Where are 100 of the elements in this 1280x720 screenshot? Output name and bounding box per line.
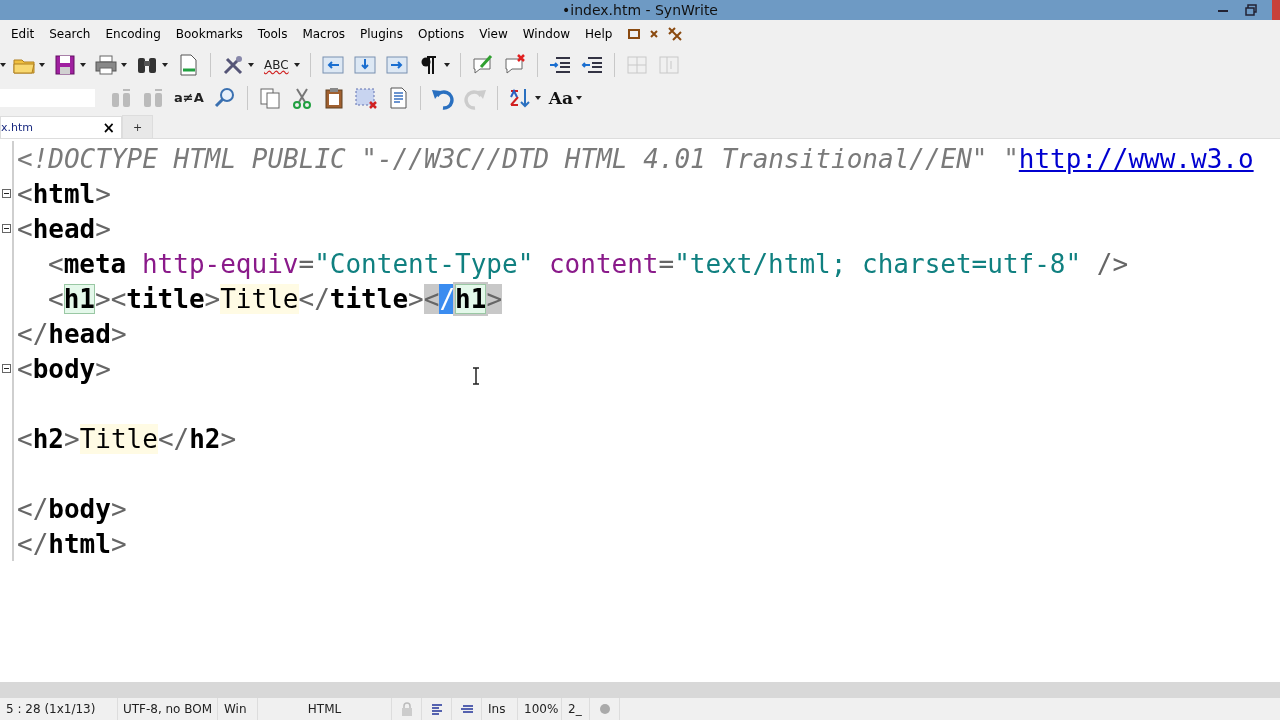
zoom-label[interactable]: 100% xyxy=(518,698,562,720)
line-ending-label[interactable]: Win xyxy=(218,698,258,720)
tag-name: h2 xyxy=(189,423,221,454)
bracket-text: < xyxy=(423,283,440,314)
caret-icon[interactable] xyxy=(443,62,450,67)
bracket-text: > xyxy=(110,493,127,524)
text-cursor-icon xyxy=(472,367,480,385)
bracket-text: < xyxy=(17,353,33,384)
bracket-text: > xyxy=(220,423,237,454)
caret-icon[interactable] xyxy=(248,62,254,67)
bracket-text: > xyxy=(94,283,111,314)
menu-item[interactable]: Tools xyxy=(250,27,296,41)
align-left-icon[interactable] xyxy=(430,703,443,715)
bracket-text: > xyxy=(95,353,111,384)
match-case-icon[interactable]: a≠A xyxy=(171,90,207,105)
bracket-text: /> xyxy=(1096,248,1129,279)
text-content: Title xyxy=(79,423,158,454)
close-all-icon[interactable] xyxy=(668,27,683,41)
close-icon[interactable] xyxy=(648,28,661,40)
wrap-icon[interactable] xyxy=(459,703,474,715)
cursor-position: 5 : 28 (1x1/13) xyxy=(0,698,118,720)
tag-name: meta xyxy=(63,248,128,279)
tag-name: head xyxy=(32,213,96,244)
bracket-text: > xyxy=(95,178,111,209)
selection-delete-icon[interactable] xyxy=(353,85,378,110)
bracket-text: > xyxy=(110,318,127,349)
window-title: •index.htm - SynWrite xyxy=(562,2,718,18)
caret-icon[interactable] xyxy=(575,95,582,100)
menu-item[interactable]: Options xyxy=(410,27,473,41)
bracket-text: < xyxy=(17,178,33,209)
status-text: 2_ xyxy=(562,698,590,720)
tag-name: title xyxy=(126,283,205,314)
tag-name: h1 xyxy=(455,283,487,314)
horizontal-scrollbar[interactable] xyxy=(0,682,1280,698)
fold-icon[interactable] xyxy=(1,189,11,198)
menu-item[interactable]: Edit xyxy=(4,27,43,41)
menu-item[interactable]: Window xyxy=(515,27,579,41)
bracket-text: </ xyxy=(157,423,190,454)
attribute-value: "text/html; charset=utf-8" xyxy=(674,248,1083,279)
menu-item[interactable]: Encoding xyxy=(98,27,169,41)
bracket-text: > xyxy=(63,423,80,454)
bracket-text: </ xyxy=(17,493,49,524)
bracket-text: = xyxy=(658,248,675,279)
caret-icon[interactable] xyxy=(80,62,86,67)
bracket-text: > xyxy=(486,283,503,314)
fold-icon[interactable] xyxy=(1,224,11,233)
bracket-text: </ xyxy=(298,283,330,314)
save-icon[interactable] xyxy=(53,52,77,77)
bracket-text: = xyxy=(298,248,315,279)
insert-mode-label[interactable]: Ins xyxy=(482,698,518,720)
menu-item[interactable]: Macros xyxy=(295,27,353,41)
caret-icon[interactable] xyxy=(534,95,541,100)
restore-icon[interactable] xyxy=(1244,4,1258,16)
bracket-text: > xyxy=(95,213,111,244)
comment-pencil-icon[interactable] xyxy=(470,52,495,77)
doctype-text: <!DOCTYPE HTML PUBLIC "-//W3C//DTD HTML 4.01 Transitional//EN" " xyxy=(17,143,1019,174)
bracket-text: < xyxy=(17,423,33,454)
print-icon[interactable] xyxy=(94,52,118,77)
bracket-text: < xyxy=(17,213,33,244)
attribute-name: http-equiv xyxy=(141,248,299,279)
caret-icon[interactable] xyxy=(0,62,6,67)
bracket-text: </ xyxy=(17,528,49,559)
encoding-label[interactable]: UTF-8, no BOM xyxy=(118,698,218,720)
tag-name: body xyxy=(32,353,96,384)
comment-delete-icon[interactable] xyxy=(502,52,527,77)
font-icon[interactable]: Aa xyxy=(548,87,573,108)
lexer-label[interactable]: HTML xyxy=(258,698,392,720)
search-icon[interactable] xyxy=(212,85,237,110)
tag-name: h1 xyxy=(63,283,95,314)
bracket-text: > xyxy=(110,528,127,559)
menu-item[interactable]: Help xyxy=(578,27,621,41)
menu-item[interactable]: Bookmarks xyxy=(168,27,251,41)
url-link[interactable]: http://www.w3.o xyxy=(1018,143,1254,174)
menu-item[interactable]: Plugins xyxy=(353,27,411,41)
attribute-name: content xyxy=(548,248,659,279)
caret-icon[interactable] xyxy=(121,62,127,67)
caret-icon[interactable] xyxy=(39,62,45,67)
close-tab-button[interactable]: × xyxy=(102,118,115,137)
menu-item[interactable]: View xyxy=(472,27,516,41)
bracket-text: < xyxy=(48,283,64,314)
spellcheck-icon[interactable]: ABC xyxy=(262,55,291,74)
tag-name: html xyxy=(32,178,96,209)
menu-item[interactable]: Search xyxy=(42,27,99,41)
bracket-text: </ xyxy=(17,318,49,349)
restore-icon[interactable] xyxy=(628,28,641,40)
file-tab[interactable]: x.htm × xyxy=(0,116,122,138)
bracket-text: < xyxy=(110,283,127,314)
fold-icon[interactable] xyxy=(1,364,11,373)
circle-icon xyxy=(598,703,611,715)
tag-name: title xyxy=(329,283,409,314)
caret-icon[interactable] xyxy=(293,62,300,67)
bracket-text: > xyxy=(408,283,424,314)
bracket-text: < xyxy=(48,248,64,279)
tag-name: h2 xyxy=(32,423,64,454)
text-content: Title xyxy=(220,283,299,314)
new-tab-button[interactable]: + xyxy=(122,115,154,138)
bracket-text: > xyxy=(204,283,221,314)
attribute-value: "Content-Type" xyxy=(314,248,535,279)
tag-name: html xyxy=(48,528,111,559)
caret-icon[interactable] xyxy=(162,62,168,67)
